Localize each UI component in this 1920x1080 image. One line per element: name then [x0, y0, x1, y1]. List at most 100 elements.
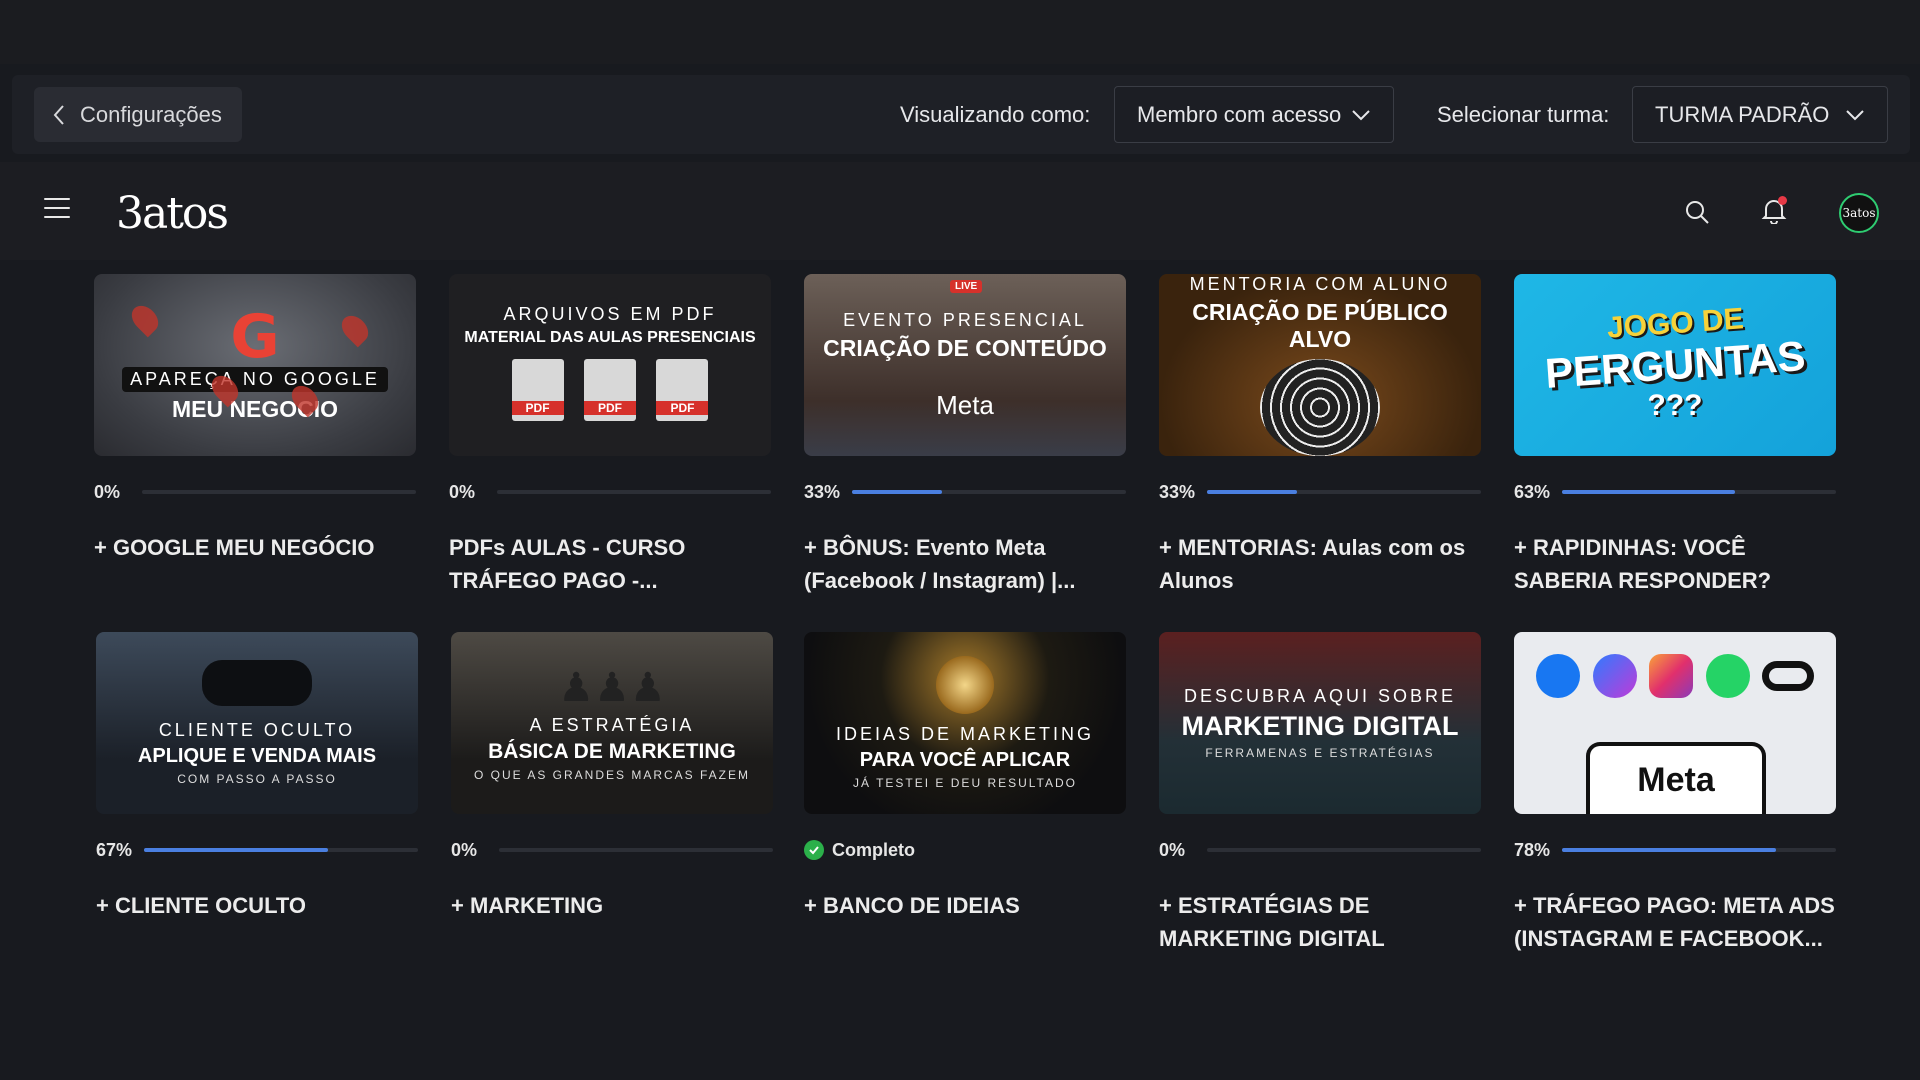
- progress-track: [144, 848, 418, 852]
- social-icons-row: [1536, 654, 1814, 698]
- progress-fill: [1562, 490, 1735, 494]
- thumb-text: BÁSICA DE MARKETING: [488, 739, 736, 763]
- complete-label: Completo: [832, 839, 915, 860]
- back-label: Configurações: [80, 101, 222, 127]
- thumb-text: JÁ TESTEI E DEU RESULTADO: [852, 776, 1078, 790]
- course-thumbnail: JOGO DE PERGUNTAS ???: [1514, 274, 1836, 456]
- thumb-text: MARKETING DIGITAL: [1181, 711, 1459, 741]
- progress-fill: [1562, 848, 1776, 852]
- back-to-settings-button[interactable]: Configurações: [34, 87, 242, 142]
- progress-percent: 0%: [94, 481, 121, 502]
- thumb-text: A ESTRATÉGIA: [529, 714, 695, 735]
- progress-row: 0%: [451, 840, 773, 860]
- course-thumbnail: G APAREÇA NO GOOGLE MEU NEGOCIO: [94, 274, 416, 456]
- thumb-text: APAREÇA NO GOOGLE: [122, 367, 388, 392]
- live-badge: LIVE: [950, 280, 983, 293]
- facebook-icon: [1536, 654, 1580, 698]
- progress-percent: 33%: [804, 481, 841, 502]
- progress-row: 78%: [1514, 840, 1836, 860]
- chess-pieces-icon: ♟♟♟: [558, 665, 666, 710]
- course-thumbnail: CLIENTE OCULTO APLIQUE E VENDA MAIS COM …: [96, 632, 418, 814]
- course-card-mentorias[interactable]: MENTORIA COM ALUNO CRIAÇÃO DE PÚBLICO AL…: [1159, 274, 1481, 593]
- progress-track: [1207, 848, 1481, 852]
- course-card-google[interactable]: G APAREÇA NO GOOGLE MEU NEGOCIO 0% + GOO…: [94, 274, 416, 560]
- course-title: PDFs AULAS - CURSO TRÁFEGO PAGO -...: [449, 535, 686, 593]
- oculus-icon: [1762, 661, 1814, 691]
- course-thumbnail: DESCUBRA AQUI SOBRE MARKETING DIGITAL FE…: [1159, 632, 1481, 814]
- pdf-file-icon: PDF: [511, 359, 564, 421]
- thumb-text: ???: [1647, 389, 1703, 422]
- progress-row: 0%: [1159, 840, 1481, 860]
- brand-logo[interactable]: 3atos: [116, 188, 229, 239]
- course-title: + TRÁFEGO PAGO: META ADS (INSTAGRAM E FA…: [1514, 893, 1835, 951]
- target-icon: [1260, 359, 1380, 456]
- thumb-text: PARA VOCÊ APLICAR: [859, 749, 1071, 771]
- course-card-pdfs[interactable]: ARQUIVOS EM PDF MATERIAL DAS AULAS PRESE…: [449, 274, 771, 593]
- course-card-marketing[interactable]: ♟♟♟ A ESTRATÉGIA BÁSICA DE MARKETING O Q…: [451, 632, 773, 918]
- chevron-down-icon: [1352, 109, 1370, 120]
- thumb-text: DESCUBRA AQUI SOBRE: [1183, 686, 1457, 706]
- progress-track: [852, 490, 1126, 494]
- pdf-file-icon: PDF: [584, 359, 636, 421]
- progress-row: 0%: [94, 482, 416, 502]
- course-card-banco-de-ideias[interactable]: IDEIAS DE MARKETING PARA VOCÊ APLICAR JÁ…: [804, 632, 1126, 918]
- view-as-label: Visualizando como:: [900, 101, 1091, 127]
- progress-track: [1562, 848, 1836, 852]
- chevron-down-icon: [1846, 109, 1864, 120]
- binoculars-icon: [202, 660, 312, 706]
- progress-track: [497, 490, 771, 494]
- admin-preview-bar: Configurações Visualizando como: Membro …: [12, 75, 1910, 154]
- avatar[interactable]: 3atos: [1839, 193, 1879, 233]
- thumb-text: O QUE AS GRANDES MARCAS FAZEM: [473, 767, 751, 782]
- course-title: + GOOGLE MEU NEGÓCIO: [94, 535, 375, 560]
- progress-row: 33%: [804, 482, 1126, 502]
- meta-logo-icon: Meta: [1586, 742, 1766, 814]
- progress-fill: [1207, 490, 1298, 494]
- course-thumbnail: MENTORIA COM ALUNO CRIAÇÃO DE PÚBLICO AL…: [1159, 274, 1481, 456]
- thumb-text: CLIENTE OCULTO: [158, 720, 356, 740]
- thumb-text: APLIQUE E VENDA MAIS: [137, 745, 377, 767]
- meta-logo-icon: Meta: [936, 389, 994, 420]
- complete-status: Completo: [804, 840, 915, 861]
- class-select-label: Selecionar turma:: [1437, 101, 1610, 127]
- view-as-select[interactable]: Membro com acesso: [1114, 86, 1394, 143]
- progress-fill: [852, 490, 943, 494]
- messenger-icon: [1592, 654, 1637, 698]
- whatsapp-icon: [1705, 654, 1750, 698]
- thumb-text: FERRAMENAS E ESTRATÉGIAS: [1205, 746, 1435, 760]
- progress-percent: 63%: [1514, 481, 1551, 502]
- top-strip: [0, 0, 1920, 64]
- view-as-value: Membro com acesso: [1137, 101, 1342, 127]
- progress-track: [499, 848, 773, 852]
- pdf-file-icon: PDF: [656, 359, 709, 421]
- course-title: + ESTRATÉGIAS DE MARKETING DIGITAL: [1159, 893, 1385, 951]
- course-card-rapidinhas[interactable]: JOGO DE PERGUNTAS ??? 63% + RAPIDINHAS: …: [1514, 274, 1836, 593]
- notifications-button[interactable]: [1760, 196, 1788, 225]
- progress-track: [1562, 490, 1836, 494]
- course-card-meta-ads[interactable]: Meta 78% + TRÁFEGO PAGO: META ADS (INSTA…: [1514, 632, 1836, 951]
- class-select[interactable]: TURMA PADRÃO: [1632, 86, 1888, 143]
- search-icon[interactable]: [1683, 198, 1711, 226]
- progress-percent: 0%: [449, 481, 476, 502]
- course-card-evento-meta[interactable]: LIVE EVENTO PRESENCIAL CRIAÇÃO DE CONTEÚ…: [804, 274, 1126, 593]
- thumb-text: MENTORIA COM ALUNO: [1189, 274, 1451, 294]
- lightbulb-icon: [936, 656, 994, 714]
- thumb-text: PERGUNTAS: [1543, 331, 1807, 398]
- thumb-text: IDEIAS DE MARKETING: [835, 724, 1095, 744]
- course-card-cliente-oculto[interactable]: CLIENTE OCULTO APLIQUE E VENDA MAIS COM …: [96, 632, 418, 918]
- course-title: + CLIENTE OCULTO: [96, 893, 307, 918]
- course-thumbnail: Meta: [1514, 632, 1836, 814]
- progress-percent: 33%: [1159, 481, 1196, 502]
- course-title: + RAPIDINHAS: VOCÊ SABERIA RESPONDER?: [1514, 535, 1772, 593]
- course-thumbnail: ♟♟♟ A ESTRATÉGIA BÁSICA DE MARKETING O Q…: [451, 632, 773, 814]
- progress-track: [142, 490, 416, 494]
- thumb-text: MATERIAL DAS AULAS PRESENCIAIS: [464, 329, 756, 346]
- course-card-marketing-digital[interactable]: DESCUBRA AQUI SOBRE MARKETING DIGITAL FE…: [1159, 632, 1481, 951]
- thumb-text: EVENTO PRESENCIAL: [843, 309, 1087, 330]
- progress-row: 67%: [96, 840, 418, 860]
- course-thumbnail: LIVE EVENTO PRESENCIAL CRIAÇÃO DE CONTEÚ…: [804, 274, 1126, 456]
- progress-percent: 0%: [1159, 839, 1186, 860]
- menu-icon[interactable]: [44, 198, 70, 220]
- course-title: + BANCO DE IDEIAS: [804, 893, 1020, 918]
- progress-row: 33%: [1159, 482, 1481, 502]
